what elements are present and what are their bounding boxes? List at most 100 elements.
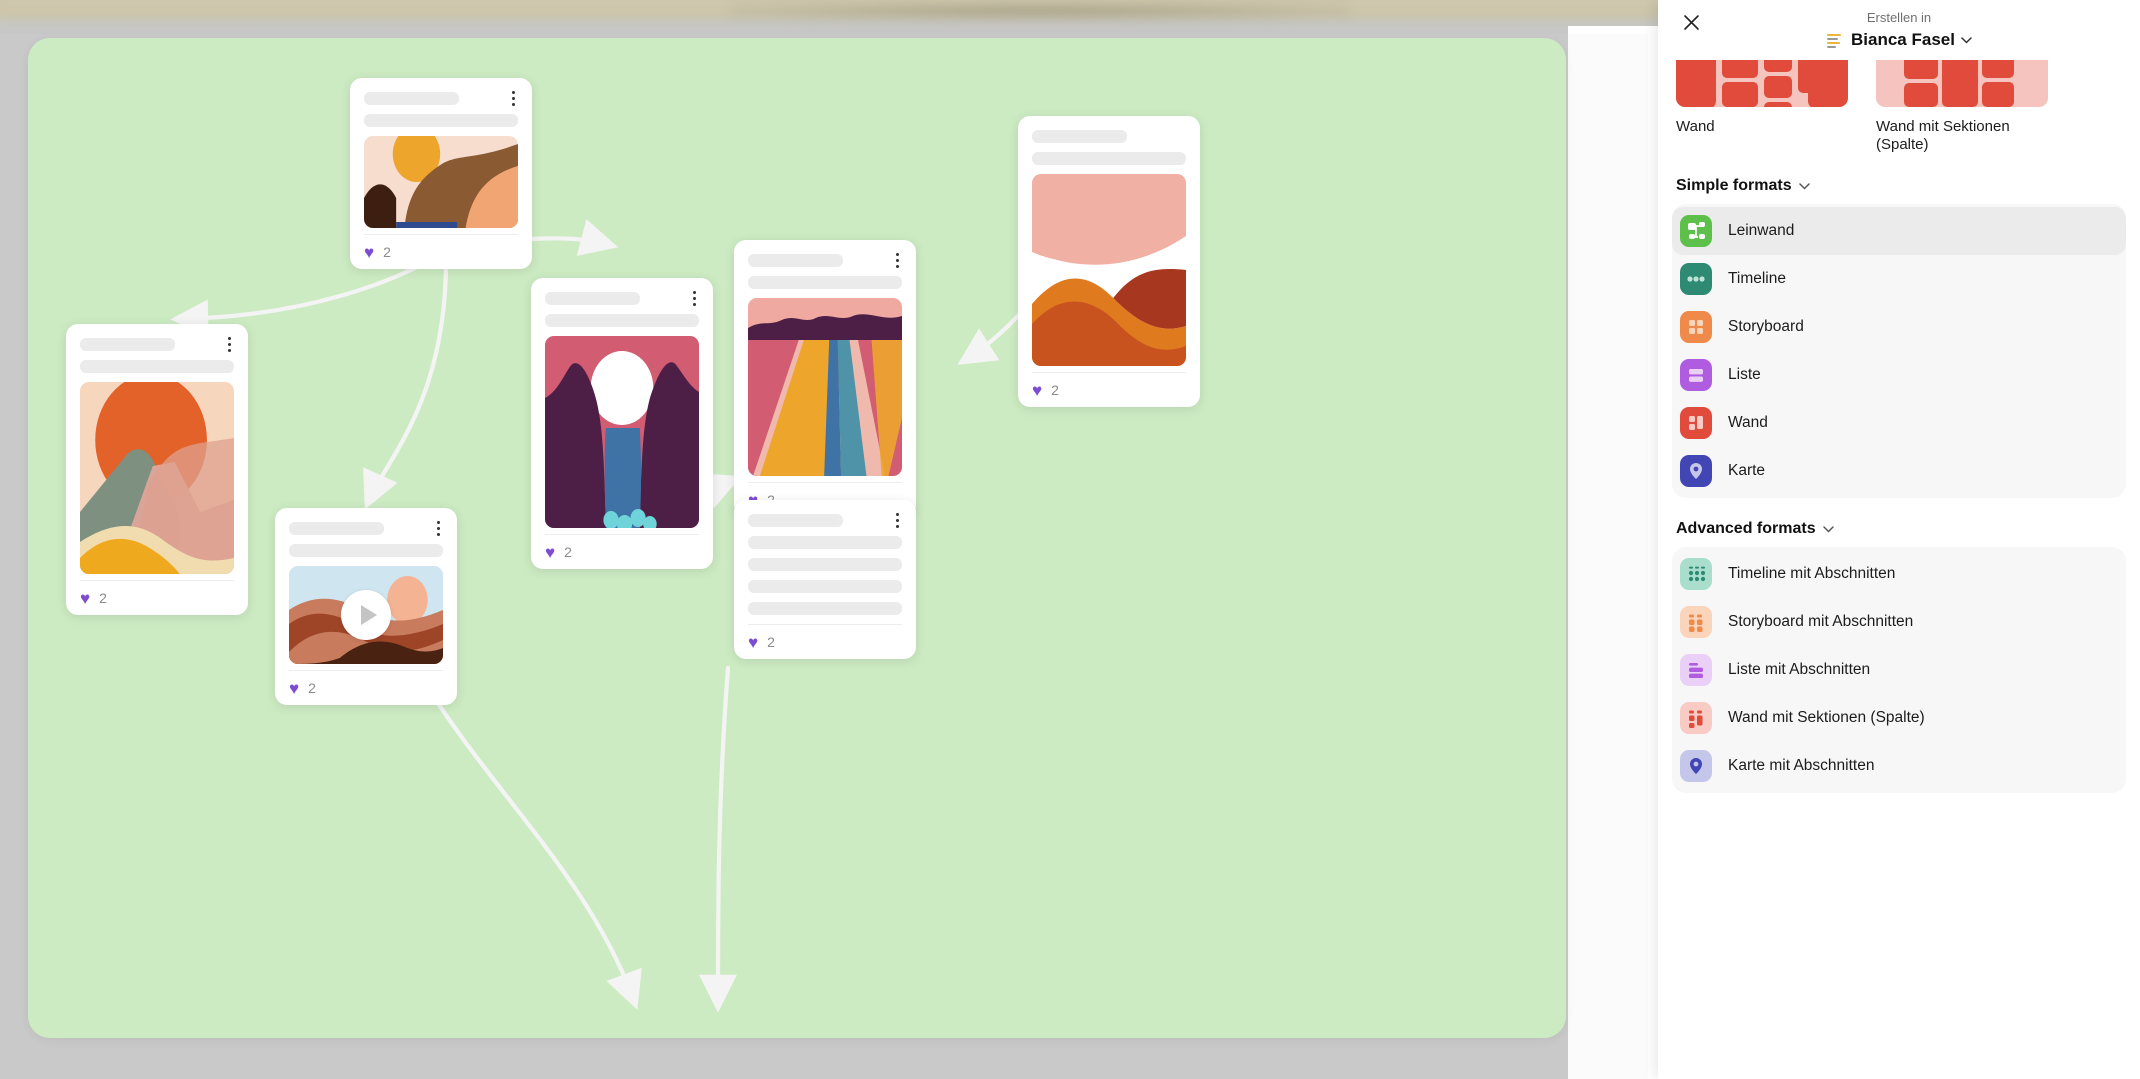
wall-layout-thumb-icon [1676,60,1848,107]
section-title: Simple formats [1676,176,1792,194]
card-menu-icon[interactable] [889,511,905,529]
card-menu-icon[interactable] [889,251,905,269]
skeleton-line [748,602,902,615]
card-dunes-left[interactable]: ♥ 2 [66,324,248,615]
list-sections-icon [1680,653,1712,686]
skeleton-line [80,360,234,373]
format-item-label: Leinwand [1728,221,1795,239]
format-item-label: Storyboard [1728,317,1804,335]
heart-icon[interactable]: ♥ [80,590,90,607]
like-count: 2 [383,244,391,260]
create-format-panel[interactable]: Erstellen in Bianca Fasel Wand Wand mit … [1658,0,2140,1079]
card-canyon[interactable]: ♥ 2 [531,278,713,569]
like-count: 2 [99,590,107,606]
like-count: 2 [308,680,316,696]
skeleton-line [364,92,460,105]
skeleton-line [1032,152,1186,165]
format-item-timeline[interactable]: Timeline [1672,255,2126,303]
skeleton-line [545,292,641,305]
section-header-simple-formats[interactable]: Simple formats [1676,177,2140,195]
format-item-label: Liste mit Abschnitten [1728,660,1871,678]
create-in-label: Erstellen in [1866,10,1932,25]
wall-icon [1680,406,1712,439]
format-item-karte-mit-abschnitten[interactable]: Karte mit Abschnitten [1672,742,2126,790]
board-canvas[interactable]: ♥ 2 ♥ 2 ♥ 2 ♥ 2 ♥ 2 ♥ 2 [28,38,1566,1038]
card-thumbnail [545,336,699,528]
card-menu-icon[interactable] [221,335,237,353]
storyboard-sections-icon [1680,605,1712,638]
list-icon [1680,358,1712,391]
skeleton-line [289,544,443,557]
space-avatar-icon [1826,33,1843,48]
skeleton-line [748,276,902,289]
card-menu-icon[interactable] [430,519,446,537]
card-thumbnail [80,382,234,574]
simple-formats-list: Leinwand Timeline Storyboard Liste Wand … [1672,203,2126,498]
featured-thumb-wand-sektionen[interactable]: Wand mit Sektionen (Spalte) [1876,60,2048,155]
card-thumbnail [1032,174,1186,366]
skeleton-line [289,522,385,535]
format-item-wand[interactable]: Wand [1672,399,2126,447]
card-dunes-right[interactable]: ♥ 2 [1018,116,1200,407]
format-item-timeline-mit-abschnitten[interactable]: Timeline mit Abschnitten [1672,550,2126,598]
card-desert[interactable]: ♥ 2 [350,78,532,269]
skeleton-line [545,314,699,327]
storyboard-icon [1680,310,1712,343]
card-footer: ♥ 2 [80,580,234,615]
advanced-formats-list: Timeline mit Abschnitten Storyboard mit … [1672,546,2126,793]
card-thumbnail [364,136,518,228]
skeleton-line [748,254,844,267]
card-road[interactable]: ♥ 2 [734,240,916,517]
skeleton-line [748,536,902,549]
chevron-down-icon[interactable] [1798,177,1810,195]
heart-icon[interactable]: ♥ [289,680,299,697]
skeleton-line [1032,130,1128,143]
featured-thumb-label: Wand [1676,118,1715,135]
format-item-label: Wand [1728,413,1768,431]
format-item-liste[interactable]: Liste [1672,351,2126,399]
heart-icon[interactable]: ♥ [748,634,758,651]
card-menu-icon[interactable] [686,289,702,307]
card-video[interactable]: ♥ 2 [275,508,457,705]
like-count: 2 [767,634,775,650]
format-item-label: Karte [1728,461,1766,479]
section-header-advanced-formats[interactable]: Advanced formats [1676,520,2140,538]
featured-thumb-label: Wand mit Sektionen (Spalte) [1876,118,2010,154]
play-button-icon[interactable] [341,590,391,640]
card-menu-icon[interactable] [505,89,521,107]
featured-format-thumbnails: Wand Wand mit Sektionen (Spalte) [1658,60,2140,155]
format-item-storyboard-mit-abschnitten[interactable]: Storyboard mit Abschnitten [1672,598,2126,646]
background-card-strip [1568,34,1648,1079]
format-item-karte[interactable]: Karte [1672,447,2126,495]
format-item-label: Storyboard mit Abschnitten [1728,612,1914,630]
format-item-label: Karte mit Abschnitten [1728,756,1875,774]
skeleton-line [748,514,844,527]
map-sections-icon [1680,749,1712,782]
format-item-wand-mit-sektionen[interactable]: Wand mit Sektionen (Spalte) [1672,694,2126,742]
space-name: Bianca Fasel [1851,30,1955,49]
heart-icon[interactable]: ♥ [545,544,555,561]
skeleton-line [80,338,176,351]
like-count: 2 [564,544,572,560]
skeleton-line [748,558,902,571]
skeleton-line [748,580,902,593]
card-footer: ♥ 2 [289,670,443,705]
space-selector[interactable]: Bianca Fasel [1658,30,2140,50]
featured-thumb-wand[interactable]: Wand [1676,60,1848,155]
format-item-liste-mit-abschnitten[interactable]: Liste mit Abschnitten [1672,646,2126,694]
heart-icon[interactable]: ♥ [364,244,374,261]
format-item-storyboard[interactable]: Storyboard [1672,303,2126,351]
card-text[interactable]: ♥ 2 [734,500,916,659]
wall-sections-layout-thumb-icon [1876,60,2048,107]
format-item-label: Wand mit Sektionen (Spalte) [1728,708,1925,726]
heart-icon[interactable]: ♥ [1032,382,1042,399]
like-count: 2 [1051,382,1059,398]
canvas-icon [1680,214,1712,247]
chevron-down-icon[interactable] [1961,33,1972,47]
card-video-thumbnail[interactable] [289,566,443,664]
blurred-header-title [730,2,1350,20]
chevron-down-icon[interactable] [1822,520,1834,538]
card-footer: ♥ 2 [364,234,518,269]
panel-header: Erstellen in Bianca Fasel [1658,0,2140,60]
format-item-leinwand[interactable]: Leinwand [1672,206,2126,255]
